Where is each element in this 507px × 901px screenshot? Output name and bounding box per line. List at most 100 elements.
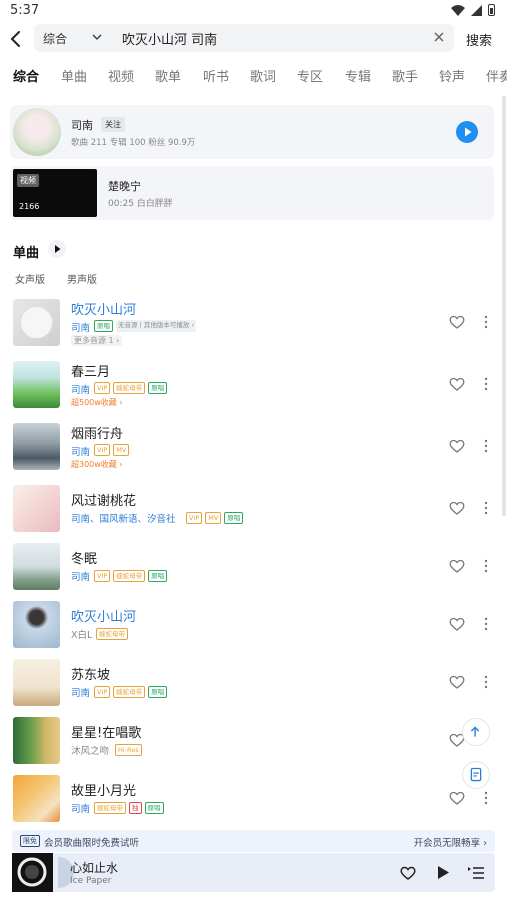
favorites-note[interactable]: 超500w收藏 › xyxy=(71,397,123,408)
song-cover xyxy=(13,717,60,764)
document-icon xyxy=(470,767,482,782)
song-artist[interactable]: 司南 xyxy=(71,569,90,583)
tab-playlists[interactable]: 歌单 xyxy=(155,66,181,85)
heart-icon[interactable] xyxy=(449,501,465,515)
master-quality-badge: 蝰蛇母带 xyxy=(94,802,126,814)
clear-icon[interactable] xyxy=(432,30,446,44)
section-title: 单曲 xyxy=(13,246,40,261)
song-cover xyxy=(13,775,60,822)
heart-icon[interactable] xyxy=(400,866,416,880)
tab-lyrics[interactable]: 歌词 xyxy=(250,66,276,85)
song-artist[interactable]: 司南 xyxy=(71,801,90,815)
song-row[interactable]: 风过谢桃花 司南、国风新语、汐音社 VIP MV 原唱 xyxy=(0,481,507,537)
video-meta: 00:25 白白胖胖 xyxy=(108,199,173,209)
song-artist[interactable]: 司南 xyxy=(71,382,90,396)
more-icon[interactable] xyxy=(484,617,488,631)
status-bar: 5:37 xyxy=(0,0,507,22)
heart-icon[interactable] xyxy=(449,377,465,391)
player-title: 心如止水 xyxy=(70,861,119,875)
original-badge: 原唱 xyxy=(148,382,168,394)
mini-player[interactable]: 心如止水 Ice Paper xyxy=(12,853,495,892)
song-artist[interactable]: 司南 xyxy=(71,685,90,699)
tab-albums[interactable]: 专辑 xyxy=(345,66,371,85)
tab-artists[interactable]: 歌手 xyxy=(392,66,418,85)
tab-singles[interactable]: 单曲 xyxy=(61,66,87,85)
artist-play-button[interactable] xyxy=(456,121,478,143)
song-cover xyxy=(13,423,60,470)
artist-name: 司南 xyxy=(71,119,93,132)
feedback-button[interactable] xyxy=(462,761,490,789)
song-artist[interactable]: 司南 xyxy=(71,444,90,458)
more-icon[interactable] xyxy=(484,377,488,391)
song-cover xyxy=(13,601,60,648)
tab-ringtones[interactable]: 铃声 xyxy=(439,66,465,85)
heart-icon[interactable] xyxy=(449,315,465,329)
player-cover[interactable] xyxy=(12,853,53,892)
song-title: 吹灭小山河 xyxy=(71,303,137,318)
play-count: 2166 xyxy=(19,202,40,211)
favorites-note[interactable]: 超300w收藏 › xyxy=(71,459,123,470)
tab-video[interactable]: 视频 xyxy=(108,66,134,85)
tab-audiobooks[interactable]: 听书 xyxy=(203,66,229,85)
original-badge: 原唱 xyxy=(224,512,244,524)
battery-icon xyxy=(488,4,495,16)
tab-zones[interactable]: 专区 xyxy=(297,66,323,85)
song-artist[interactable]: 沐风之吻 xyxy=(71,743,109,757)
tab-comprehensive[interactable]: 综合 xyxy=(13,66,39,85)
search-scope-dropdown[interactable]: 综合 xyxy=(43,30,67,47)
play-icon xyxy=(465,127,472,137)
video-badge: 视频 xyxy=(17,174,39,187)
song-title: 苏东坡 xyxy=(71,668,111,683)
search-button[interactable]: 搜索 xyxy=(466,30,492,49)
filter-female[interactable]: 女声版 xyxy=(15,271,45,286)
song-row[interactable]: 烟雨行舟 司南 VIP MV 超300w收藏 › xyxy=(0,419,507,475)
more-icon[interactable] xyxy=(484,559,488,573)
back-arrow-icon[interactable] xyxy=(6,28,26,50)
song-row[interactable]: 冬眠 司南 VIP 蝰蛇母带 原唱 xyxy=(0,539,507,595)
unavailable-note[interactable]: 无音源 | 其他版本可播放 › xyxy=(116,320,196,332)
more-sources-link[interactable]: 更多音源 1 › xyxy=(71,335,123,346)
song-row[interactable]: 春三月 司南 VIP 蝰蛇母带 原唱 超500w收藏 › xyxy=(0,357,507,413)
video-card[interactable]: 视频 2166 楚晚宁 00:25 白白胖胖 xyxy=(10,166,494,220)
song-row[interactable]: 故里小月光 司南 蝰蛇母带 独 原唱 xyxy=(0,771,507,827)
search-input[interactable]: 吹灭小山河 司南 xyxy=(122,29,217,48)
album-art xyxy=(17,857,47,887)
category-tabs: 综合 单曲 视频 歌单 听书 歌词 专区 专辑 歌手 铃声 伴奏 xyxy=(0,66,507,90)
more-icon[interactable] xyxy=(484,501,488,515)
vip-banner-text: 会员歌曲限时免费试听 xyxy=(44,838,140,849)
playlist-icon[interactable] xyxy=(468,866,484,880)
search-box[interactable]: 综合 吹灭小山河 司南 xyxy=(34,24,454,52)
artist-card[interactable]: 司南 关注 歌曲 211 专辑 100 粉丝 90.9万 xyxy=(10,105,494,159)
song-row[interactable]: 苏东坡 司南 VIP 蝰蛇母带 原唱 xyxy=(0,655,507,711)
song-title: 烟雨行舟 xyxy=(71,427,124,442)
heart-icon[interactable] xyxy=(449,675,465,689)
mv-badge: MV xyxy=(113,444,130,456)
song-title: 故里小月光 xyxy=(71,784,137,799)
song-artist[interactable]: 司南、国风新语、汐音社 xyxy=(71,511,176,525)
more-icon[interactable] xyxy=(484,315,488,329)
play-icon[interactable] xyxy=(436,865,450,880)
back-to-top-button[interactable] xyxy=(462,718,490,746)
heart-icon[interactable] xyxy=(449,439,465,453)
heart-icon[interactable] xyxy=(449,617,465,631)
play-icon xyxy=(55,245,61,253)
song-artist[interactable]: 司南 xyxy=(71,320,90,334)
song-title: 吹灭小山河 xyxy=(71,610,137,625)
vip-banner[interactable]: 限免 会员歌曲限时免费试听 开会员无限畅享 › xyxy=(12,830,495,852)
more-icon[interactable] xyxy=(484,791,488,805)
song-row[interactable]: 吹灭小山河 X白L 蝰蛇母带 xyxy=(0,597,507,653)
master-quality-badge: 蝰蛇母带 xyxy=(113,382,146,394)
heart-icon[interactable] xyxy=(449,791,465,805)
more-icon[interactable] xyxy=(484,675,488,689)
song-row[interactable]: 吹灭小山河 司南 原唱 无音源 | 其他版本可播放 › 更多音源 1 › xyxy=(0,295,507,351)
tab-karaoke[interactable]: 伴奏 xyxy=(486,66,507,85)
heart-icon[interactable] xyxy=(449,559,465,573)
more-icon[interactable] xyxy=(484,439,488,453)
follow-button[interactable]: 关注 xyxy=(101,117,125,132)
song-cover xyxy=(13,299,60,346)
play-all-button[interactable] xyxy=(48,240,66,258)
vip-cta-link[interactable]: 开会员无限畅享 › xyxy=(414,835,487,849)
song-artist[interactable]: X白L xyxy=(71,627,92,641)
filter-male[interactable]: 男声版 xyxy=(67,271,97,286)
song-row[interactable]: 星星!在唱歌 沐风之吻 Hi-Res xyxy=(0,713,507,769)
